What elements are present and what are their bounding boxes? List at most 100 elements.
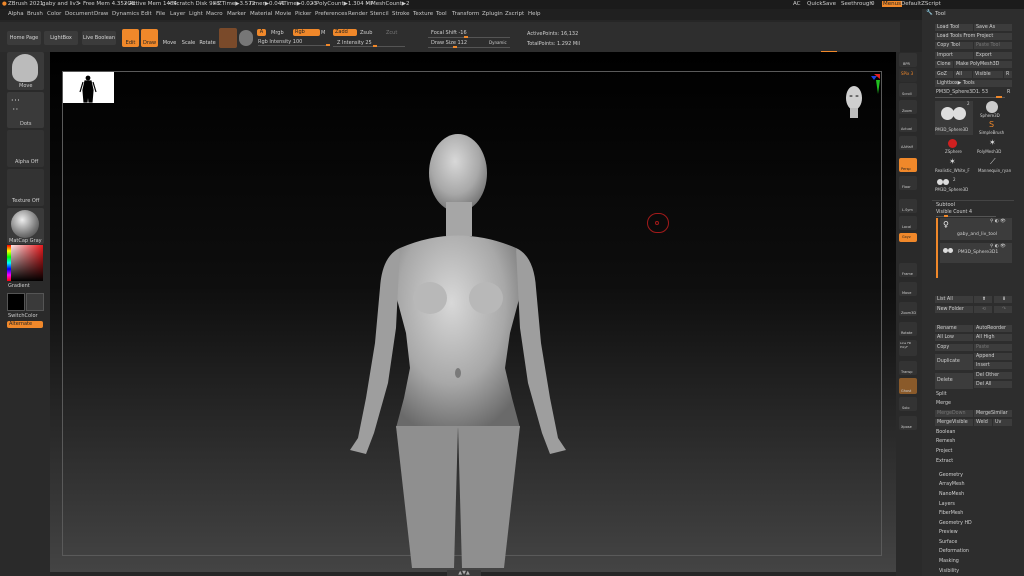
remesh-section[interactable]: Remesh (936, 439, 955, 444)
goz-button[interactable]: GoZ (935, 71, 953, 78)
zsub-button[interactable]: Zsub (360, 30, 372, 36)
mrgb-button[interactable]: Mrgb (271, 30, 284, 36)
brush-move-button[interactable]: Move (7, 52, 44, 90)
draw-button[interactable]: Draw (141, 29, 158, 47)
local-button[interactable]: Local (899, 216, 917, 230)
current-tool-handle[interactable] (996, 96, 1002, 98)
append-button[interactable]: Append (974, 353, 1012, 360)
visible-count-handle[interactable] (944, 215, 948, 217)
split-section[interactable]: Split (936, 392, 947, 397)
menu-material[interactable]: Material (250, 11, 272, 17)
del-other-button[interactable]: Del Other (974, 372, 1012, 379)
copy-tool-button[interactable]: Copy Tool (935, 42, 973, 49)
secondary-color-swatch[interactable] (26, 293, 44, 311)
xpose-button[interactable]: Xpose (899, 416, 917, 430)
subtool-item-1[interactable]: ♀ gaby_and_liv_tool ⚲ ◐ 👁 (940, 218, 1012, 240)
menu-marker[interactable]: Marker (227, 11, 246, 17)
aahalf-button[interactable]: AAHalf (899, 136, 917, 150)
menu-preferences[interactable]: Preferences (315, 11, 347, 17)
section-surface[interactable]: Surface (939, 540, 957, 545)
tool-thumb-simplebrush[interactable]: S SimpleBrush (975, 120, 1012, 136)
tool-thumb-polymesh3d[interactable]: ✶ PolyMesh3D (975, 138, 1012, 156)
z-intensity-handle[interactable] (373, 45, 377, 47)
rotate-view-button[interactable]: Rotate (899, 322, 917, 336)
rgb-button[interactable]: Rgb (293, 29, 320, 36)
menu-light[interactable]: Light (189, 11, 203, 17)
lsym-button[interactable]: L.Sym (899, 199, 917, 213)
merge-visible-button[interactable]: MergeVisible (935, 419, 973, 426)
persp-button[interactable]: Persp (899, 158, 917, 172)
move-view-button[interactable]: Move (899, 282, 917, 296)
zadd-button[interactable]: Zadd (333, 29, 357, 36)
menu-stencil[interactable]: Stencil (370, 11, 389, 17)
color-picker-square[interactable] (7, 245, 43, 281)
home-page-button[interactable]: Home Page (7, 31, 41, 45)
copy-subtool-button[interactable]: Copy (935, 344, 973, 351)
subtool-visibility-icons[interactable]: ⚲ ◐ 👁 (990, 219, 1006, 224)
clone-button[interactable]: Clone (935, 61, 953, 68)
menu-file[interactable]: File (156, 11, 165, 17)
autoreorder-button[interactable]: AutoReorder (974, 325, 1012, 332)
move-button[interactable]: Move (161, 29, 178, 47)
female-base-mesh-model[interactable] (330, 128, 600, 568)
default-zscript[interactable]: DefaultZScript (901, 1, 941, 7)
menu-zplugin[interactable]: Zplugin (482, 11, 503, 17)
arrange-icon-2[interactable]: ↷ (994, 306, 1012, 313)
menu-picker[interactable]: Picker (295, 11, 311, 17)
tool-thumb-mannequin[interactable]: ⟋ Mannequin_ryan (978, 157, 1012, 175)
insert-button[interactable]: Insert (974, 362, 1012, 369)
new-folder-button[interactable]: New Folder (935, 306, 973, 313)
bpr-button[interactable]: BPR (899, 53, 917, 67)
menu-movie[interactable]: Movie (275, 11, 291, 17)
hue-strip[interactable] (7, 245, 11, 281)
import-button[interactable]: Import (935, 52, 973, 59)
focal-shift-handle[interactable] (464, 36, 468, 38)
duplicate-button[interactable]: Duplicate (935, 354, 973, 370)
matcap-gray-button[interactable]: MatCap Gray (7, 208, 44, 244)
floor-button[interactable]: Floor (899, 176, 917, 190)
goz-visible-button[interactable]: Visible (973, 71, 1003, 78)
subtool-scrollbar[interactable] (936, 218, 938, 278)
texture-sphere-icon[interactable] (239, 30, 253, 46)
move-down-arrow-icon[interactable]: ⬇ (994, 296, 1012, 303)
section-masking[interactable]: Masking (939, 559, 959, 564)
gradient-label[interactable]: Gradient (8, 283, 30, 289)
tool-thumb-realistic-white[interactable]: ✶ Realistic_White_F (935, 157, 977, 175)
subtool-visibility-icons[interactable]: ⚲ ◐ 👁 (990, 244, 1006, 249)
menu-dynamics[interactable]: Dynamics (112, 11, 139, 17)
ghost-button[interactable]: Ghost (899, 378, 917, 394)
edit-button[interactable]: Edit (122, 29, 139, 47)
save-as-button[interactable]: Save As (974, 24, 1012, 31)
merge-down-button[interactable]: MergeDown (935, 410, 973, 417)
scroll-button[interactable]: Scroll (899, 83, 917, 97)
ac-button[interactable]: AC (793, 1, 801, 7)
all-high-button[interactable]: All High (974, 334, 1012, 341)
menu-edit[interactable]: Edit (141, 11, 152, 17)
menu-macro[interactable]: Macro (206, 11, 223, 17)
goz-r-button[interactable]: R (1004, 71, 1012, 78)
lightbox-button[interactable]: LightBox (44, 31, 78, 45)
load-tool-button[interactable]: Load Tool (935, 24, 973, 31)
scale-button[interactable]: Scale (180, 29, 197, 47)
load-tools-from-project-button[interactable]: Load Tools From Project (935, 33, 1012, 40)
seethrough-label[interactable]: Seethrough (841, 1, 873, 7)
menu-transform[interactable]: Transform (452, 11, 479, 17)
move-up-arrow-icon[interactable]: ⬆ (974, 296, 992, 303)
uv-button[interactable]: Uv (993, 419, 1012, 426)
tool-thumb-pm3d-sphere-2[interactable]: 2 PM3D_Sphere3D (935, 177, 973, 195)
section-arraymesh[interactable]: ArrayMesh (939, 482, 965, 487)
draw-size-slider[interactable]: Draw Size 112 (431, 40, 467, 46)
tool-thumb-zsphere[interactable]: ZSphere (935, 138, 973, 156)
section-preview[interactable]: Preview (939, 530, 958, 535)
m-button[interactable]: M (321, 30, 325, 36)
menu-brush[interactable]: Brush (27, 11, 43, 17)
dynamic-button[interactable]: Dynamic (489, 40, 507, 45)
draw-size-handle[interactable] (453, 46, 457, 48)
zoom-button[interactable]: Zoom (899, 100, 917, 114)
menu-render[interactable]: Render (348, 11, 368, 17)
delete-button[interactable]: Delete (935, 373, 973, 389)
menu-texture[interactable]: Texture (413, 11, 433, 17)
section-geometry[interactable]: Geometry (939, 473, 963, 478)
rename-button[interactable]: Rename (935, 325, 973, 332)
transp-button[interactable]: Transp (899, 361, 917, 375)
